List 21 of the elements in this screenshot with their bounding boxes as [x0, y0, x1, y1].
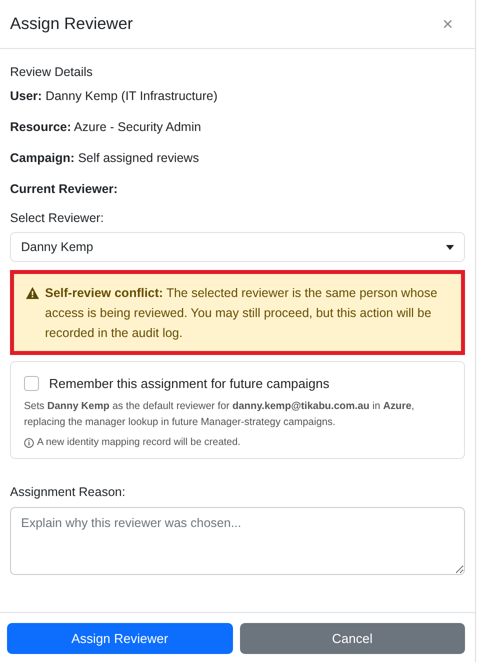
cancel-button[interactable]: Cancel: [240, 623, 465, 654]
field-label: Assignment Reason:: [10, 485, 126, 499]
dialog-title: Assign Reviewer: [10, 14, 133, 34]
detail-text: Campaign: Self assigned reviews: [10, 151, 200, 165]
warning-icon: [26, 287, 39, 299]
detail-text: Resource: Azure - Security Admin: [10, 120, 202, 134]
info-icon: [24, 438, 34, 448]
warning-text: Self-review conflict: The selected reviewer is the same person whose access is being reviewed. You may still proceed, but this action will be recorded in the audit log.: [45, 285, 438, 342]
assign-button[interactable]: Assign Reviewer: [7, 623, 232, 654]
section-title: Review Details: [10, 65, 94, 79]
close-button[interactable]: ×: [442, 14, 453, 34]
detail-label: Current Reviewer:: [10, 182, 119, 196]
detail-text: User: Danny Kemp (IT Infrastructure): [10, 89, 218, 103]
caret-icon: [446, 244, 454, 250]
checkbox[interactable]: [24, 376, 39, 391]
field-label: Select Reviewer:: [10, 211, 105, 225]
reviewer-select[interactable]: Danny Kemp: [10, 232, 465, 262]
note-text: A new identity mapping record will be created.: [37, 437, 240, 448]
hint-text: Sets Danny Kemp as the default reviewer for danny.kemp@tikabu.com.au in Azure, replacing the manager lookup in future Manager-strategy campaigns.: [24, 400, 416, 430]
checkbox-label[interactable]: Remember this assignment for future campaigns: [49, 376, 330, 391]
reason-field[interactable]: Explain why this reviewer was chosen...: [10, 507, 465, 575]
